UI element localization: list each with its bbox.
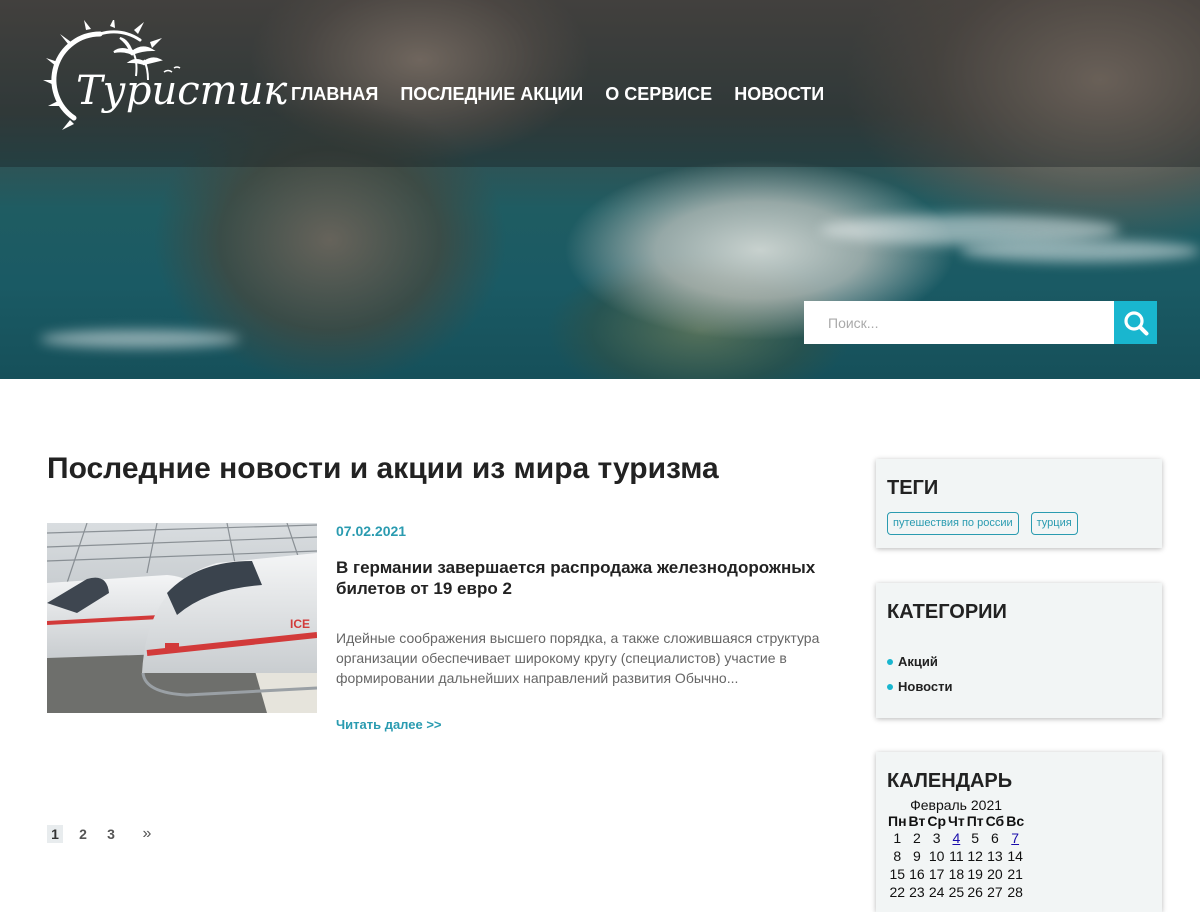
site-logo[interactable]: Туристик	[40, 18, 287, 135]
calendar-day: 12	[967, 848, 983, 864]
category-label: Акций	[898, 654, 938, 669]
categories-widget-title: КАТЕГОРИИ	[887, 601, 1007, 623]
post-date: 07.02.2021	[336, 523, 407, 539]
tags-widget: ТЕГИ путешествия по россии турция	[876, 459, 1162, 548]
weekday-header: Вт	[908, 813, 926, 829]
calendar-week-row: 8 9 10 11 12 13 14	[887, 847, 1025, 865]
calendar-day-cell: 7	[1005, 829, 1025, 847]
calendar-day: 10	[928, 848, 945, 864]
calendar-day: 28	[1007, 884, 1023, 900]
weekday-header: Ср	[927, 813, 946, 829]
calendar-day: 9	[913, 848, 921, 864]
calendar-day: 23	[909, 884, 925, 900]
calendar-day-link[interactable]: 4	[952, 830, 960, 846]
calendar-day: 21	[1007, 866, 1023, 882]
nav-item-about[interactable]: О СЕРВИСЕ	[605, 82, 712, 106]
weekday-header: Пн	[888, 813, 907, 829]
calendar-day: 20	[987, 866, 1003, 882]
calendar-day: 22	[889, 884, 906, 900]
calendar-day: 27	[987, 884, 1003, 900]
post-excerpt: Идейные соображения высшего порядка, а т…	[336, 630, 820, 686]
page-link-2[interactable]: 2	[75, 825, 91, 843]
calendar-day: 3	[932, 830, 941, 846]
calendar-day: 17	[928, 866, 945, 882]
train-photo-image: ICE	[47, 523, 317, 713]
tags-widget-title: ТЕГИ	[887, 477, 939, 499]
calendar-table: Февраль 2021 Пн Вт Ср Чт Пт Сб Вс 1 2 3 …	[887, 797, 1025, 901]
next-page-link[interactable]: »	[139, 825, 155, 843]
calendar-day-link[interactable]: 7	[1011, 830, 1019, 846]
weekday-header: Сб	[985, 813, 1005, 829]
calendar-day: 25	[948, 884, 965, 900]
svg-text:ICE: ICE	[290, 617, 310, 631]
post-title[interactable]: В германии завершается распродажа железн…	[336, 557, 836, 599]
search-button[interactable]	[1114, 301, 1157, 344]
calendar-day: 1	[893, 830, 902, 846]
weekday-header: Чт	[948, 813, 965, 829]
calendar-day: 2	[913, 830, 921, 846]
calendar-day: 19	[967, 866, 983, 882]
calendar-widget: КАЛЕНДАРЬ Февраль 2021 Пн Вт Ср Чт Пт Сб…	[876, 752, 1162, 912]
calendar-day-cell: 4	[947, 829, 966, 847]
calendar-day: 6	[991, 830, 999, 846]
category-item-deals[interactable]: Акций	[887, 654, 1151, 669]
categories-widget: КАТЕГОРИИ Акций Новости	[876, 583, 1162, 718]
main-navigation: ГЛАВНАЯ ПОСЛЕДНИЕ АКЦИИ О СЕРВИСЕ НОВОСТ…	[291, 82, 846, 106]
read-more-link[interactable]: Читать далее >>	[336, 717, 442, 732]
tag-russia-travel[interactable]: путешествия по россии	[887, 512, 1019, 535]
calendar-day: 24	[928, 884, 945, 900]
tag-cloud: путешествия по россии турция	[887, 512, 1151, 535]
post-thumbnail[interactable]: ICE	[47, 523, 317, 713]
category-label: Новости	[898, 679, 953, 694]
calendar-day: 8	[893, 848, 902, 864]
category-item-news[interactable]: Новости	[887, 679, 1151, 694]
calendar-day: 11	[949, 848, 964, 864]
nav-item-home[interactable]: ГЛАВНАЯ	[291, 82, 378, 106]
page-title: Последние новости и акции из мира туризм…	[47, 452, 719, 485]
wave-foam	[960, 240, 1200, 262]
hero-banner: Туристик ГЛАВНАЯ ПОСЛЕДНИЕ АКЦИИ О СЕРВИ…	[0, 0, 1200, 379]
calendar-weekday-row: Пн Вт Ср Чт Пт Сб Вс	[887, 813, 1025, 829]
calendar-day: 5	[971, 830, 980, 846]
wave-foam	[40, 330, 240, 348]
calendar-week-row: 22 23 24 25 26 27 28	[887, 883, 1025, 901]
calendar-day: 15	[889, 866, 906, 882]
page-link-1[interactable]: 1	[47, 825, 63, 843]
calendar-week-row: 1 2 3 4 5 6 7	[887, 829, 1025, 847]
nav-item-latest-deals[interactable]: ПОСЛЕДНИЕ АКЦИИ	[400, 82, 583, 106]
calendar-day: 18	[948, 866, 965, 882]
calendar-day: 26	[967, 884, 983, 900]
weekday-header: Пт	[966, 813, 984, 829]
calendar-caption: Февраль 2021	[910, 797, 1003, 813]
nav-item-news[interactable]: НОВОСТИ	[734, 82, 824, 106]
calendar-widget-title: КАЛЕНДАРЬ	[887, 770, 1013, 792]
search-icon	[1123, 310, 1148, 335]
category-list: Акций Новости	[887, 654, 1151, 694]
page-link-3[interactable]: 3	[103, 825, 119, 843]
logo-wordmark: Туристик	[76, 68, 288, 114]
calendar-week-row: 15 16 17 18 19 20 21	[887, 865, 1025, 883]
bullet-icon	[887, 658, 893, 665]
pagination: 1 2 3 »	[47, 825, 167, 843]
calendar-day: 13	[987, 848, 1003, 864]
search-form	[804, 301, 1157, 344]
calendar-day: 16	[909, 866, 925, 882]
tag-turkey[interactable]: турция	[1030, 512, 1078, 535]
weekday-header: Вс	[1006, 813, 1025, 829]
bullet-icon	[887, 683, 893, 690]
search-input[interactable]	[804, 301, 1114, 344]
calendar-day: 14	[1007, 848, 1023, 864]
